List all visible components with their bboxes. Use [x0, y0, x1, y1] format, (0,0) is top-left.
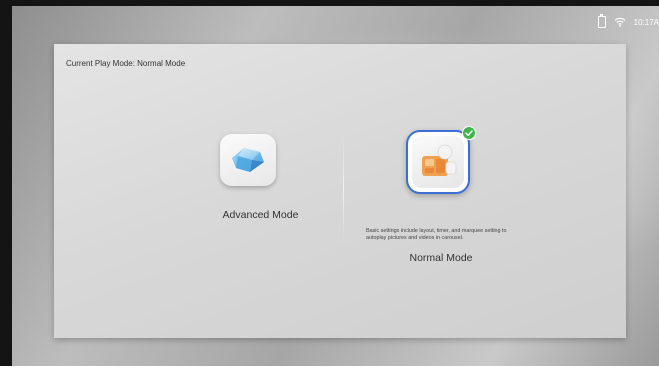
selected-check-icon [462, 126, 476, 140]
normal-mode-tile[interactable] [406, 130, 470, 194]
normal-mode-tile-inner [412, 136, 464, 188]
normal-mode-media-icon [422, 144, 457, 176]
screen-bezel-left [0, 0, 12, 374]
advanced-mode-tile[interactable] [220, 134, 276, 186]
advanced-mode-option[interactable]: Advanced Mode [194, 134, 354, 234]
battery-icon [597, 14, 606, 28]
screen-bezel-bottom [0, 366, 659, 374]
status-time: 10:17A [633, 17, 659, 27]
status-bar: 10:17A [597, 12, 659, 32]
advanced-mode-label: Advanced Mode [222, 209, 299, 221]
advanced-mode-gem-icon [232, 148, 264, 172]
wifi-icon [614, 17, 626, 27]
normal-mode-description: Basic settings include layout, timer, an… [366, 228, 507, 241]
normal-mode-option[interactable]: Normal Mode [358, 126, 518, 280]
current-play-mode-label: Current Play Mode: Normal Mode [66, 59, 186, 68]
normal-mode-label: Normal Mode [409, 252, 473, 264]
screen: 10:17A Current Play Mode: Normal Mode Ad… [0, 0, 659, 374]
play-mode-panel: Current Play Mode: Normal Mode Advanced … [54, 44, 626, 338]
